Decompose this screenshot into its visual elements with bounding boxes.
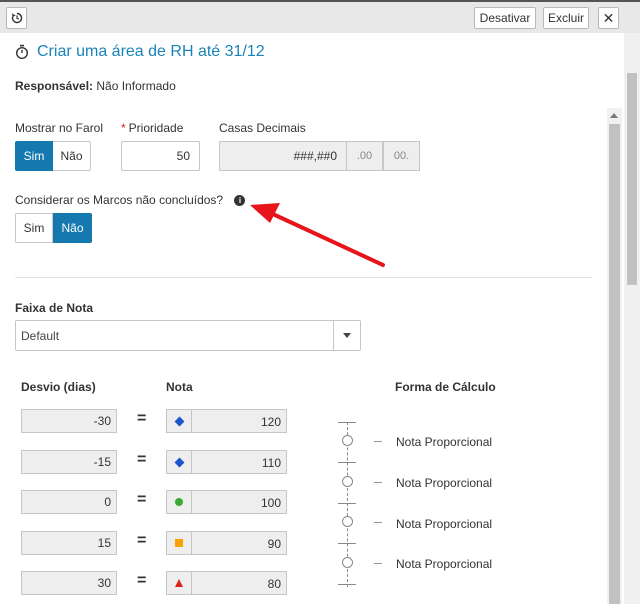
required-mark: * bbox=[121, 121, 126, 135]
consider-milestones-toggle: Sim Não bbox=[15, 213, 92, 243]
calc-tick bbox=[338, 422, 356, 423]
close-button[interactable]: ✕ bbox=[598, 7, 619, 29]
consider-milestones-no[interactable]: Não bbox=[53, 213, 92, 243]
calc-tick bbox=[338, 462, 356, 463]
title-text: Criar uma área de RH até 31/12 bbox=[37, 43, 265, 60]
deviation-input[interactable]: -15 bbox=[21, 450, 117, 474]
responsible-label: Responsável: bbox=[15, 79, 94, 93]
equals-sign: = bbox=[137, 572, 147, 589]
calc-method-label[interactable]: Nota Proporcional bbox=[396, 435, 492, 449]
delete-button[interactable]: Excluir bbox=[543, 7, 589, 29]
consider-milestones-text: Considerar os Marcos não concluídos? bbox=[15, 193, 224, 207]
blue-diamond-icon bbox=[174, 416, 184, 426]
grade-range-value: Default bbox=[21, 329, 60, 343]
grade-value: 110 bbox=[261, 456, 281, 470]
decrease-decimals-icon: .00 bbox=[356, 150, 373, 162]
deviation-input[interactable]: 30 bbox=[21, 571, 117, 595]
page-title: Criar uma área de RH até 31/12 bbox=[15, 43, 265, 61]
blue-diamond-icon bbox=[174, 457, 184, 467]
deactivate-button[interactable]: Desativar bbox=[474, 7, 536, 29]
deviation-input[interactable]: -30 bbox=[21, 409, 117, 433]
red-triangle-icon bbox=[175, 579, 183, 587]
section-divider bbox=[15, 277, 592, 278]
calc-node[interactable] bbox=[342, 476, 353, 487]
chevron-down-icon bbox=[343, 333, 351, 338]
grade-range-label: Faixa de Nota bbox=[15, 301, 94, 315]
close-icon: ✕ bbox=[602, 9, 615, 26]
icon-picker[interactable] bbox=[167, 451, 192, 473]
priority-label-text: Prioridade bbox=[128, 121, 184, 135]
decrease-decimals-button[interactable]: .00 bbox=[346, 141, 383, 171]
grade-value: 80 bbox=[267, 577, 281, 591]
responsible-info: Responsável: Não Informado bbox=[15, 79, 176, 93]
grade-value: 90 bbox=[267, 537, 281, 551]
calc-node[interactable] bbox=[342, 516, 353, 527]
calc-column-header: Forma de Cálculo bbox=[395, 380, 496, 394]
calc-node[interactable] bbox=[342, 435, 353, 446]
decimals-field: ###,##0 bbox=[219, 141, 347, 171]
grade-range-select[interactable]: Default bbox=[15, 320, 361, 351]
grade-column-header: Nota bbox=[166, 380, 193, 394]
calc-dash bbox=[374, 482, 382, 483]
history-button[interactable] bbox=[6, 7, 27, 29]
deviation-input[interactable]: 0 bbox=[21, 490, 117, 514]
history-icon bbox=[11, 12, 22, 24]
grade-value: 100 bbox=[260, 496, 281, 510]
grade-field[interactable]: 110 bbox=[166, 450, 287, 474]
calc-tick bbox=[338, 503, 356, 504]
priority-input[interactable]: 50 bbox=[121, 141, 200, 171]
calc-method-label[interactable]: Nota Proporcional bbox=[396, 557, 492, 571]
dropdown-toggle[interactable] bbox=[333, 321, 360, 350]
stopwatch-icon bbox=[15, 44, 29, 60]
calc-method-label[interactable]: Nota Proporcional bbox=[396, 476, 492, 490]
calc-method-label[interactable]: Nota Proporcional bbox=[396, 517, 492, 531]
grade-value: 120 bbox=[260, 415, 281, 429]
scroll-up-icon[interactable] bbox=[610, 113, 618, 118]
icon-picker[interactable] bbox=[167, 491, 192, 513]
show-in-lighthouse-no[interactable]: Não bbox=[53, 141, 91, 171]
grade-field[interactable]: 90 bbox=[166, 531, 287, 555]
icon-picker[interactable] bbox=[167, 572, 192, 594]
equals-sign: = bbox=[137, 491, 147, 508]
grade-field[interactable]: 100 bbox=[166, 490, 287, 514]
show-in-lighthouse-yes[interactable]: Sim bbox=[15, 141, 53, 171]
calc-dash bbox=[374, 441, 382, 442]
calc-dash bbox=[374, 563, 382, 564]
page-scrollbar[interactable] bbox=[624, 33, 640, 604]
calc-tick bbox=[338, 584, 356, 585]
consider-milestones-label: Considerar os Marcos não concluídos? i bbox=[15, 193, 246, 207]
content-scrollbar[interactable] bbox=[607, 108, 622, 604]
icon-picker[interactable] bbox=[167, 410, 192, 432]
deviation-column-header: Desvio (dias) bbox=[21, 380, 96, 394]
consider-milestones-yes[interactable]: Sim bbox=[15, 213, 53, 243]
calc-node[interactable] bbox=[342, 557, 353, 568]
show-in-lighthouse-toggle: Sim Não bbox=[15, 141, 91, 171]
decimals-label: Casas Decimais bbox=[219, 121, 306, 135]
show-in-lighthouse-label: Mostrar no Farol bbox=[15, 121, 104, 135]
increase-decimals-button[interactable]: 00. bbox=[383, 141, 420, 171]
grade-field[interactable]: 120 bbox=[166, 409, 287, 433]
green-circle-icon bbox=[175, 498, 183, 506]
grade-field[interactable]: 80 bbox=[166, 571, 287, 595]
top-toolbar: Desativar Excluir ✕ bbox=[0, 0, 640, 33]
deviation-input[interactable]: 15 bbox=[21, 531, 117, 555]
page-scrollbar-thumb[interactable] bbox=[627, 73, 637, 285]
equals-sign: = bbox=[137, 410, 147, 427]
icon-picker[interactable] bbox=[167, 532, 192, 554]
equals-sign: = bbox=[137, 451, 147, 468]
responsible-value: Não Informado bbox=[96, 79, 176, 93]
calc-tick bbox=[338, 543, 356, 544]
equals-sign: = bbox=[137, 532, 147, 549]
increase-decimals-icon: 00. bbox=[393, 150, 410, 162]
calc-dash bbox=[374, 522, 382, 523]
red-arrow-annotation bbox=[250, 203, 385, 267]
content-scrollbar-thumb[interactable] bbox=[609, 124, 620, 604]
priority-label: * Prioridade bbox=[121, 121, 183, 135]
orange-square-icon bbox=[175, 539, 183, 547]
